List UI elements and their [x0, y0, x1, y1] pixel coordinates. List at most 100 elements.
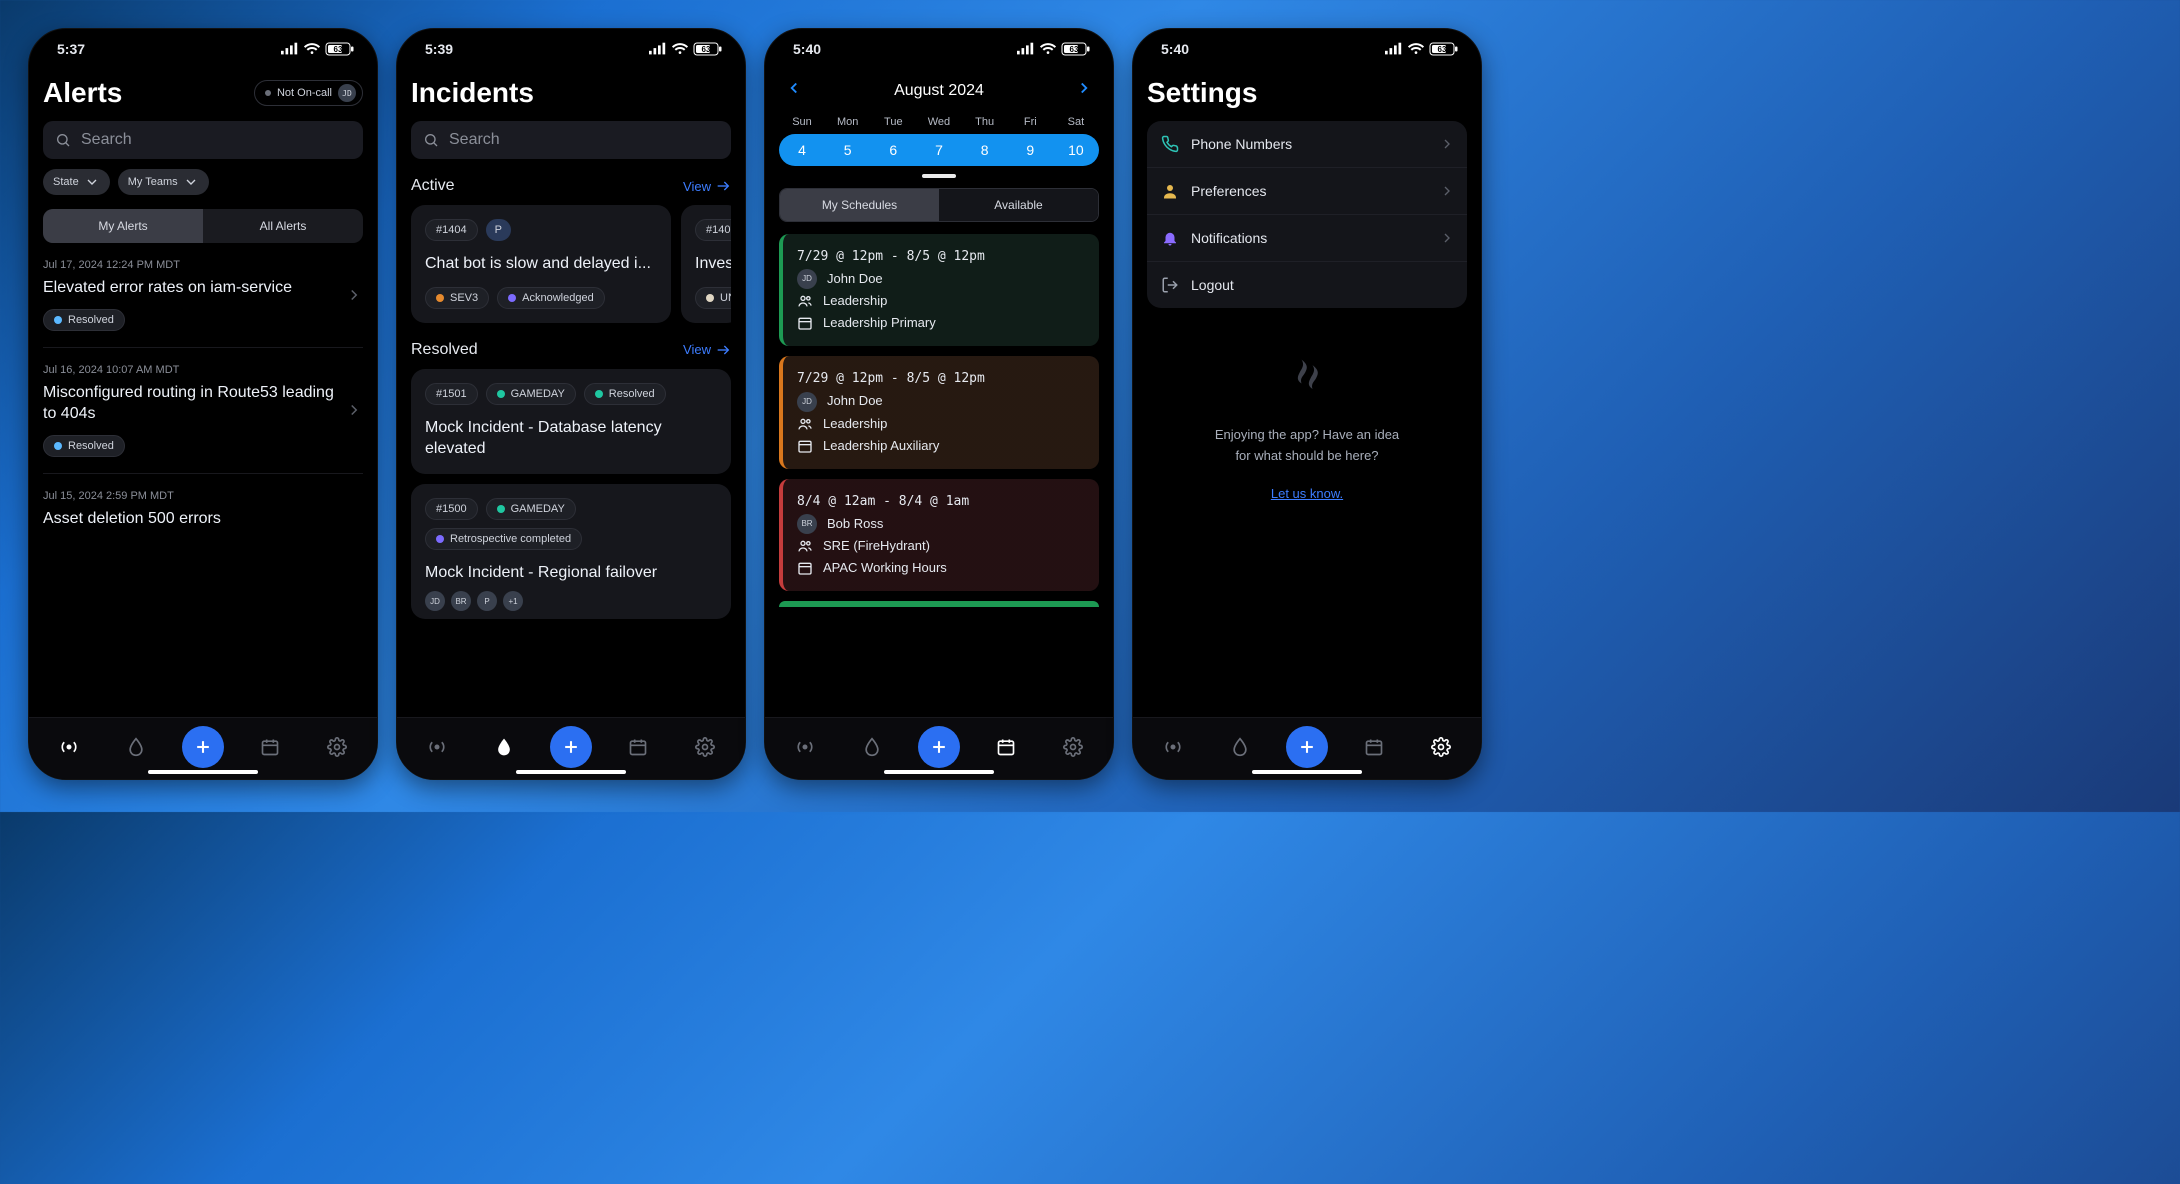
fab-create[interactable] [1286, 726, 1328, 768]
shift-card-peek[interactable] [779, 601, 1099, 607]
plus-icon [193, 737, 213, 757]
next-month-button[interactable] [1071, 75, 1097, 106]
incident-card[interactable]: #1404 P Chat bot is slow and delayed i..… [411, 205, 671, 323]
page-title: Incidents [411, 77, 534, 109]
battery-icon: 63 [1429, 42, 1459, 56]
avatar-more: +1 [503, 591, 523, 611]
nav-calendar[interactable] [984, 725, 1028, 769]
incident-title: Mock Incident - Regional failover [425, 562, 717, 584]
search-input[interactable]: Search [43, 121, 363, 159]
settings-logout[interactable]: Logout [1147, 262, 1467, 308]
shift-time: 7/29 @ 12pm - 8/5 @ 12pm [797, 368, 1085, 390]
day[interactable]: 8 [966, 142, 1004, 158]
gear-icon [1431, 737, 1451, 757]
settings-notifications[interactable]: Notifications [1147, 215, 1467, 262]
chevron-right-icon [345, 401, 363, 419]
search-placeholder: Search [81, 131, 132, 149]
alert-item[interactable]: Jul 15, 2024 2:59 PM MDT Asset deletion … [43, 474, 363, 546]
cellular-icon [1017, 40, 1035, 58]
nav-settings[interactable] [1419, 725, 1463, 769]
chevron-right-icon [345, 286, 363, 304]
day[interactable]: 4 [783, 142, 821, 158]
nav-incidents[interactable] [1218, 725, 1262, 769]
seg-my-schedules[interactable]: My Schedules [780, 189, 939, 221]
nav-incidents[interactable] [850, 725, 894, 769]
dot-icon [436, 294, 444, 302]
alert-item[interactable]: Jul 16, 2024 10:07 AM MDT Misconfigured … [43, 348, 363, 474]
bell-icon [1161, 229, 1179, 247]
fab-create[interactable] [550, 726, 592, 768]
search-input[interactable]: Search [411, 121, 731, 159]
status-icons: 63 [1385, 40, 1459, 58]
state-tag: UNS [695, 287, 731, 309]
state-tag: Acknowledged [497, 287, 605, 309]
chevron-down-icon [84, 174, 100, 190]
nav-settings[interactable] [315, 725, 359, 769]
calendar-icon [797, 315, 813, 331]
flame-icon [862, 737, 882, 757]
view-resolved-link[interactable]: View [683, 342, 731, 358]
svg-text:63: 63 [334, 45, 343, 54]
nav-alerts[interactable] [783, 725, 827, 769]
gear-icon [327, 737, 347, 757]
assignees: JD BR P +1 [425, 591, 717, 611]
incident-card[interactable]: #1403 Investi UNS [681, 205, 731, 323]
nav-calendar[interactable] [248, 725, 292, 769]
day[interactable]: 6 [874, 142, 912, 158]
feedback-link[interactable]: Let us know. [1271, 486, 1343, 501]
alert-item[interactable]: Jul 17, 2024 12:24 PM MDT Elevated error… [43, 243, 363, 348]
alert-timestamp: Jul 16, 2024 10:07 AM MDT [43, 364, 363, 376]
type-tag: GAMEDAY [486, 383, 576, 405]
nav-settings[interactable] [683, 725, 727, 769]
home-indicator[interactable] [1252, 770, 1362, 774]
home-indicator[interactable] [148, 770, 258, 774]
users-icon [797, 416, 813, 432]
nav-settings[interactable] [1051, 725, 1095, 769]
shift-team: SRE (FireHydrant) [823, 535, 930, 557]
priority-badge: P [486, 219, 511, 241]
settings-phone-numbers[interactable]: Phone Numbers [1147, 121, 1467, 168]
day[interactable]: 7 [920, 142, 958, 158]
home-indicator[interactable] [884, 770, 994, 774]
home-indicator[interactable] [516, 770, 626, 774]
seg-my-alerts[interactable]: My Alerts [43, 209, 203, 243]
week-selector[interactable]: 456789 10 [779, 134, 1099, 166]
weekday-header: SunMonTueWedThuFriSat [779, 116, 1099, 134]
shift-card[interactable]: 7/29 @ 12pm - 8/5 @ 12pm JDJohn Doe Lead… [779, 234, 1099, 346]
seg-available[interactable]: Available [939, 189, 1098, 221]
settings-screen: 5:40 63 Settings Phone Numbers Preferenc… [1132, 28, 1482, 780]
calendar-icon [260, 737, 280, 757]
shift-schedule: Leadership Auxiliary [823, 435, 939, 457]
chevron-left-icon [785, 79, 803, 97]
nav-alerts[interactable] [1151, 725, 1195, 769]
prev-month-button[interactable] [781, 75, 807, 106]
day[interactable]: 10 [1057, 142, 1095, 158]
drag-handle[interactable] [922, 174, 956, 178]
section-resolved: Resolved [411, 341, 478, 359]
filter-teams[interactable]: My Teams [118, 169, 209, 195]
fab-create[interactable] [918, 726, 960, 768]
oncall-status[interactable]: Not On-call JD [254, 80, 363, 106]
nav-calendar[interactable] [1352, 725, 1396, 769]
shift-card[interactable]: 8/4 @ 12am - 8/4 @ 1am BRBob Ross SRE (F… [779, 479, 1099, 591]
nav-alerts[interactable] [47, 725, 91, 769]
seg-all-alerts[interactable]: All Alerts [203, 209, 363, 243]
filter-state[interactable]: State [43, 169, 110, 195]
month-label[interactable]: August 2024 [894, 82, 984, 100]
gear-icon [1063, 737, 1083, 757]
incident-card[interactable]: #1500 GAMEDAY Retrospective completed Mo… [411, 484, 731, 620]
nav-incidents[interactable] [482, 725, 526, 769]
day[interactable]: 9 [1011, 142, 1049, 158]
wifi-icon [1407, 40, 1425, 58]
flame-icon [1230, 737, 1250, 757]
nav-incidents[interactable] [114, 725, 158, 769]
view-active-link[interactable]: View [683, 178, 731, 194]
incident-card[interactable]: #1501 GAMEDAY Resolved Mock Incident - D… [411, 369, 731, 474]
nav-alerts[interactable] [415, 725, 459, 769]
settings-preferences[interactable]: Preferences [1147, 168, 1467, 215]
nav-calendar[interactable] [616, 725, 660, 769]
day[interactable]: 5 [829, 142, 867, 158]
shift-card[interactable]: 7/29 @ 12pm - 8/5 @ 12pm JDJohn Doe Lead… [779, 356, 1099, 468]
shift-time: 7/29 @ 12pm - 8/5 @ 12pm [797, 246, 1085, 268]
fab-create[interactable] [182, 726, 224, 768]
